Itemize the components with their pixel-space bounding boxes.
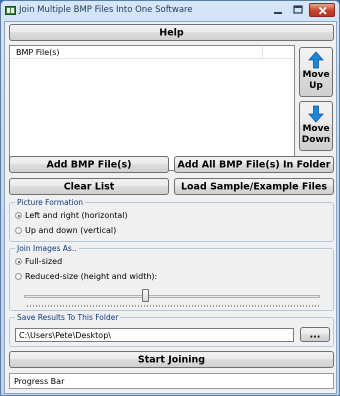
arrow-down-icon	[308, 105, 324, 123]
join-images-group: Join Images As.. Full-sized Reduced-size…	[9, 244, 334, 311]
help-button[interactable]: Help	[9, 24, 334, 41]
start-joining-button[interactable]: Start Joining	[9, 351, 334, 368]
load-sample-button[interactable]: Load Sample/Example Files	[174, 178, 334, 195]
move-down-label-line2: Down	[301, 135, 331, 145]
load-sample-label: Load Sample/Example Files	[180, 181, 328, 192]
column-separator[interactable]	[262, 47, 263, 58]
add-bmp-files-button[interactable]: Add BMP File(s)	[9, 156, 169, 173]
picture-formation-title: Picture Formation	[15, 198, 86, 207]
app-window: Join Multiple BMP Files Into One Softwar…	[0, 0, 340, 396]
maximize-icon	[293, 5, 303, 14]
move-up-label: Move Up	[300, 70, 332, 92]
picture-formation-group: Picture Formation Left and right (horizo…	[9, 198, 334, 242]
add-bmp-files-label: Add BMP File(s)	[46, 159, 132, 170]
start-joining-label: Start Joining	[137, 354, 206, 365]
join-images-title: Join Images As..	[15, 244, 79, 253]
move-up-label-line1: Move	[302, 70, 330, 80]
title-bar[interactable]: Join Multiple BMP Files Into One Softwar…	[1, 1, 339, 21]
progress-bar-label: Progress Bar	[14, 377, 65, 386]
radio-horizontal[interactable]	[15, 212, 22, 219]
minimize-button[interactable]	[269, 3, 287, 17]
radio-vertical[interactable]	[15, 227, 22, 234]
save-folder-title: Save Results To This Folder	[15, 313, 121, 322]
arrow-up-icon	[308, 51, 324, 69]
clear-list-button[interactable]: Clear List	[9, 178, 169, 195]
radio-reduced-size[interactable]	[15, 273, 22, 280]
radio-vertical-label[interactable]: Up and down (vertical)	[25, 226, 116, 235]
browse-button[interactable]: ...	[300, 327, 330, 342]
output-folder-input[interactable]: C:\Users\Pete\Desktop\	[15, 328, 294, 342]
move-up-button[interactable]: Move Up	[299, 47, 333, 97]
file-list[interactable]: BMP File(s)	[9, 45, 295, 171]
move-down-button[interactable]: Move Down	[299, 101, 333, 151]
app-icon	[5, 6, 16, 15]
move-up-label-line2: Up	[309, 81, 323, 91]
clear-list-label: Clear List	[63, 181, 115, 192]
radio-full-sized-label[interactable]: Full-sized	[25, 257, 62, 266]
close-button[interactable]	[309, 3, 335, 17]
close-icon	[318, 6, 327, 15]
client-area: Help BMP File(s) Move Up Move Down Add B…	[4, 21, 337, 394]
add-folder-button[interactable]: Add All BMP File(s) In Folder	[174, 156, 334, 173]
help-button-label: Help	[159, 27, 184, 38]
move-down-label: Move Down	[300, 124, 332, 146]
radio-horizontal-label[interactable]: Left and right (horizontal)	[25, 211, 128, 220]
radio-full-sized[interactable]	[15, 258, 22, 265]
maximize-button[interactable]	[289, 3, 307, 17]
list-header[interactable]: BMP File(s)	[10, 46, 294, 59]
slider-ticks	[27, 305, 319, 307]
move-down-label-line1: Move	[302, 124, 330, 134]
size-slider-track[interactable]	[24, 295, 320, 298]
add-folder-label: Add All BMP File(s) In Folder	[177, 159, 331, 170]
minimize-icon	[274, 12, 282, 14]
browse-button-label: ...	[309, 329, 321, 340]
size-slider-thumb[interactable]	[142, 289, 150, 302]
progress-bar: Progress Bar	[9, 373, 334, 389]
save-folder-group: Save Results To This Folder C:\Users\Pet…	[9, 313, 334, 347]
window-title: Join Multiple BMP Files Into One Softwar…	[19, 5, 193, 15]
column-header-bmp-files: BMP File(s)	[16, 48, 60, 57]
radio-reduced-size-label[interactable]: Reduced-size (height and width):	[25, 272, 157, 281]
